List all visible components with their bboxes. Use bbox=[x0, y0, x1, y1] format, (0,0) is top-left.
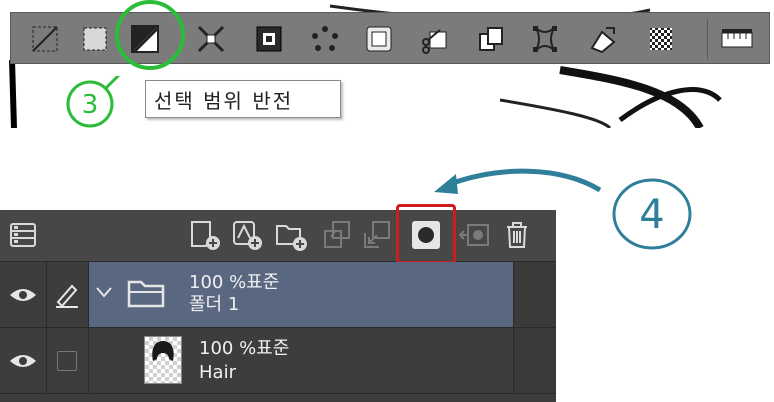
settings-ruler-icon bbox=[721, 29, 753, 48]
layer-blend-mode: 100 %표준 bbox=[199, 338, 290, 359]
layer-name: Hair bbox=[199, 362, 236, 383]
launcher-settings-button[interactable] bbox=[717, 20, 757, 58]
annotation-arrow bbox=[434, 168, 602, 194]
layer-property-button[interactable] bbox=[4, 216, 42, 254]
layer-row-body[interactable]: 100 %표준 Hair bbox=[89, 328, 514, 393]
layer-palette: 100 %표준 폴더 1 100 %표준 Hair bbox=[0, 204, 556, 402]
annotation-3-marker: 3 bbox=[66, 76, 121, 128]
delete-layer-button[interactable] bbox=[498, 216, 536, 254]
layer-row-folder-1[interactable]: 100 %표준 폴더 1 bbox=[0, 262, 556, 328]
folder-row-body[interactable]: 100 %표준 폴더 1 bbox=[89, 262, 514, 327]
visibility-toggle[interactable] bbox=[0, 262, 47, 327]
crop-selection-icon bbox=[83, 27, 107, 51]
scatter-selection-icon bbox=[312, 26, 338, 51]
scrollbar-track[interactable] bbox=[513, 328, 556, 393]
checkbox[interactable] bbox=[57, 350, 77, 371]
new-vector-layer-button[interactable] bbox=[228, 216, 266, 254]
tooltip-text: 선택 범위 반전 bbox=[154, 88, 294, 113]
apply-mask-button[interactable] bbox=[456, 216, 494, 254]
shrink-selection-button[interactable] bbox=[191, 20, 231, 58]
apply-mask-icon bbox=[458, 224, 489, 246]
scrollbar-track[interactable] bbox=[513, 262, 556, 327]
eye-icon bbox=[10, 354, 36, 367]
pen-icon bbox=[56, 284, 78, 308]
copy-paste-icon bbox=[479, 27, 503, 51]
layer-name: 폴더 1 bbox=[189, 294, 240, 315]
transform-icon bbox=[533, 26, 557, 52]
new-raster-layer-button[interactable] bbox=[186, 216, 224, 254]
layer-property-icon bbox=[10, 223, 36, 247]
chevron-down-icon[interactable] bbox=[95, 285, 113, 299]
edit-target-checkbox[interactable] bbox=[46, 328, 89, 393]
new-vector-layer-icon bbox=[233, 221, 262, 250]
clear-selection-icon bbox=[32, 26, 58, 52]
scatter-selection-button[interactable] bbox=[305, 20, 345, 58]
folder-icon bbox=[127, 280, 165, 308]
shrink-selection-icon bbox=[197, 25, 225, 53]
trash-icon bbox=[507, 222, 527, 248]
toolbar-divider bbox=[707, 19, 708, 59]
pattern-fill-icon bbox=[650, 28, 672, 50]
eye-icon bbox=[10, 288, 36, 301]
expand-selection-icon bbox=[256, 26, 282, 52]
new-folder-button[interactable] bbox=[272, 216, 310, 254]
layer-blend-mode: 100 %표준 bbox=[189, 272, 280, 293]
transform-button[interactable] bbox=[525, 20, 565, 58]
mask-button-highlight bbox=[396, 204, 456, 264]
layer-toolbar bbox=[0, 204, 556, 264]
pattern-fill-button[interactable] bbox=[641, 20, 681, 58]
new-raster-layer-icon bbox=[191, 221, 220, 250]
visibility-toggle[interactable] bbox=[0, 328, 47, 393]
annotation-4-marker: 4 bbox=[612, 178, 692, 250]
expand-selection-button[interactable] bbox=[249, 20, 289, 58]
layer-thumbnail bbox=[144, 336, 182, 384]
annotation-4-label: 4 bbox=[639, 192, 664, 238]
cut-paste-button[interactable] bbox=[415, 20, 455, 58]
fill-button[interactable] bbox=[583, 20, 623, 58]
combine-to-lower-layer-button[interactable] bbox=[358, 216, 396, 254]
convert-selection-button[interactable] bbox=[359, 20, 399, 58]
annotation-3-label: 3 bbox=[82, 90, 99, 120]
clear-selection-button[interactable] bbox=[25, 20, 65, 58]
annotation-highlight-circle bbox=[115, 0, 185, 70]
cut-paste-icon bbox=[422, 29, 447, 54]
copy-paste-button[interactable] bbox=[471, 20, 511, 58]
transfer-to-lower-layer-icon bbox=[324, 221, 350, 248]
hair-thumbnail-drawing bbox=[152, 341, 174, 361]
convert-selection-icon bbox=[366, 26, 392, 52]
layer-row-hair[interactable]: 100 %표준 Hair bbox=[0, 328, 556, 394]
transfer-to-lower-layer-button[interactable] bbox=[318, 216, 356, 254]
fill-icon bbox=[590, 27, 616, 54]
new-folder-icon bbox=[276, 225, 307, 251]
combine-to-lower-layer-icon bbox=[364, 221, 390, 248]
invert-selection-tooltip: 선택 범위 반전 bbox=[145, 80, 341, 118]
edit-target-toggle[interactable] bbox=[46, 262, 89, 327]
crop-selection-button[interactable] bbox=[75, 20, 115, 58]
